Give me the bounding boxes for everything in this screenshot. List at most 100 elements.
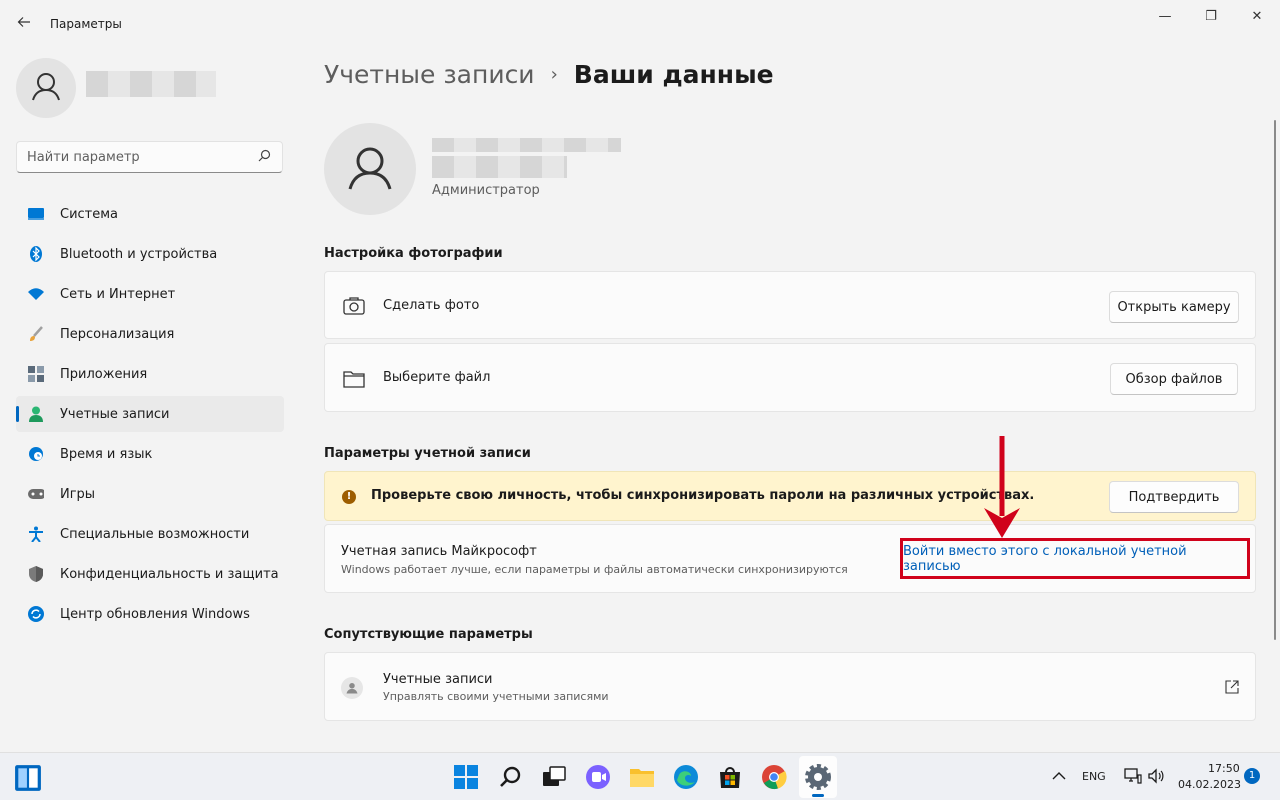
sidebar-item-network[interactable]: Сеть и Интернет — [16, 276, 284, 312]
section-heading-related: Сопутствующие параметры — [324, 627, 533, 642]
account-email-blurred — [432, 156, 567, 178]
arrow-left-icon — [17, 17, 30, 27]
sidebar-item-label: Приложения — [60, 366, 148, 382]
chevron-up-icon[interactable] — [1052, 771, 1066, 781]
browse-files-button[interactable]: Обзор файлов — [1110, 363, 1238, 395]
user-name-blurred — [86, 71, 216, 97]
volume-icon[interactable] — [1147, 767, 1165, 785]
taskbar: ENG 17:50 04.02.2023 1 — [0, 752, 1280, 800]
verify-button[interactable]: Подтвердить — [1109, 481, 1239, 513]
chrome-icon[interactable] — [760, 763, 788, 791]
network-icon[interactable] — [1124, 767, 1142, 785]
user-avatar[interactable] — [16, 58, 76, 118]
sidebar-nav: Система Bluetooth и устройства Сеть и Ин… — [16, 196, 284, 636]
clock-time[interactable]: 17:50 — [1208, 762, 1240, 775]
warning-icon: ! — [342, 490, 356, 504]
account-name-blurred — [432, 138, 621, 152]
app-title: Параметры — [50, 17, 122, 31]
language-indicator[interactable]: ENG — [1082, 770, 1106, 783]
profile-avatar — [324, 123, 416, 215]
sidebar-item-label: Конфиденциальность и защита — [60, 566, 279, 582]
sidebar-item-label: Bluetooth и устройства — [60, 246, 218, 262]
highlight-frame: Войти вместо этого с локальной учетной з… — [900, 538, 1250, 579]
update-icon — [28, 606, 44, 622]
notification-badge[interactable]: 1 — [1244, 768, 1260, 784]
person-icon — [32, 73, 60, 101]
search-icon[interactable] — [496, 763, 524, 791]
bluetooth-icon — [28, 246, 44, 262]
shield-icon — [28, 566, 44, 582]
sidebar-item-label: Время и язык — [60, 446, 153, 462]
scrollbar[interactable] — [1274, 120, 1276, 640]
breadcrumb: Учетные записи › Ваши данные — [324, 60, 774, 89]
choose-file-label: Выберите файл — [383, 370, 491, 385]
microsoft-account-subtitle: Windows работает лучше, если параметры и… — [341, 563, 848, 576]
gamepad-icon — [28, 486, 44, 502]
sidebar-item-personalization[interactable]: Персонализация — [16, 316, 284, 352]
section-heading-account: Параметры учетной записи — [324, 446, 531, 461]
external-link-icon[interactable] — [1225, 680, 1239, 694]
sidebar-item-label: Персонализация — [60, 326, 175, 342]
related-accounts-title: Учетные записи — [383, 672, 493, 687]
verify-identity-text: Проверьте свою личность, чтобы синхрониз… — [371, 488, 1035, 503]
sidebar-item-label: Центр обновления Windows — [60, 606, 250, 622]
sidebar-item-time-language[interactable]: Время и язык — [16, 436, 284, 472]
folder-icon — [343, 371, 365, 388]
sidebar-item-apps[interactable]: Приложения — [16, 356, 284, 392]
title-bar: Параметры — ❐ ✕ — [0, 0, 1280, 48]
sidebar-item-system[interactable]: Система — [16, 196, 284, 232]
close-button[interactable]: ✕ — [1234, 6, 1280, 28]
sidebar-item-label: Учетные записи — [60, 406, 170, 422]
sidebar-item-label: Специальные возможности — [60, 526, 250, 542]
apps-icon — [28, 366, 44, 382]
account-role: Администратор — [432, 183, 540, 198]
brush-icon — [28, 326, 44, 342]
open-camera-button[interactable]: Открыть камеру — [1109, 291, 1239, 323]
sign-in-local-account-link[interactable]: Войти вместо этого с локальной учетной з… — [903, 544, 1247, 574]
file-explorer-icon[interactable] — [628, 763, 656, 791]
accessibility-icon — [28, 526, 44, 542]
section-heading-photo: Настройка фотографии — [324, 246, 503, 261]
chat-icon[interactable] — [584, 763, 612, 791]
sidebar-item-bluetooth[interactable]: Bluetooth и устройства — [16, 236, 284, 272]
minimize-button[interactable]: — — [1142, 6, 1188, 28]
sidebar-item-label: Игры — [60, 486, 96, 502]
sidebar-item-accessibility[interactable]: Специальные возможности — [16, 516, 284, 552]
monitor-icon — [28, 206, 44, 222]
settings-taskbar-button[interactable] — [799, 756, 837, 798]
back-button[interactable] — [12, 10, 36, 38]
person-icon — [28, 406, 44, 422]
settings-gear-icon — [805, 764, 831, 790]
choose-file-card: Выберите файл Обзор файлов — [324, 343, 1256, 412]
microsoft-account-title: Учетная запись Майкрософт — [341, 544, 537, 559]
camera-icon — [343, 297, 365, 315]
globe-clock-icon — [28, 446, 44, 462]
task-view-icon[interactable] — [540, 763, 568, 791]
sidebar-item-windows-update[interactable]: Центр обновления Windows — [16, 596, 284, 632]
related-accounts-subtitle: Управлять своими учетными записями — [383, 690, 609, 703]
widgets-icon[interactable] — [14, 764, 42, 792]
windows-start-icon[interactable] — [452, 763, 480, 791]
maximize-button[interactable]: ❐ — [1188, 6, 1234, 28]
person-icon — [341, 677, 363, 699]
person-icon — [348, 147, 392, 190]
sidebar-item-gaming[interactable]: Игры — [16, 476, 284, 512]
search-input[interactable] — [27, 142, 257, 172]
page-title: Ваши данные — [573, 60, 774, 89]
red-arrow-annotation — [984, 436, 1020, 538]
take-photo-label: Сделать фото — [383, 298, 480, 313]
search-box[interactable] — [16, 141, 283, 173]
clock-date[interactable]: 04.02.2023 — [1178, 778, 1241, 791]
sidebar-item-privacy[interactable]: Конфиденциальность и защита — [16, 556, 284, 592]
sidebar-item-accounts[interactable]: Учетные записи — [16, 396, 284, 432]
edge-icon[interactable] — [672, 763, 700, 791]
microsoft-store-icon[interactable] — [716, 763, 744, 791]
verify-identity-banner: ! Проверьте свою личность, чтобы синхрон… — [324, 471, 1256, 521]
chevron-right-icon: › — [550, 64, 558, 85]
search-icon[interactable] — [256, 148, 272, 164]
breadcrumb-parent[interactable]: Учетные записи — [324, 60, 535, 89]
sidebar-item-label: Система — [60, 206, 119, 222]
related-accounts-card[interactable]: Учетные записи Управлять своими учетными… — [324, 652, 1256, 721]
take-photo-card: Сделать фото Открыть камеру — [324, 271, 1256, 339]
sidebar-item-label: Сеть и Интернет — [60, 286, 176, 302]
